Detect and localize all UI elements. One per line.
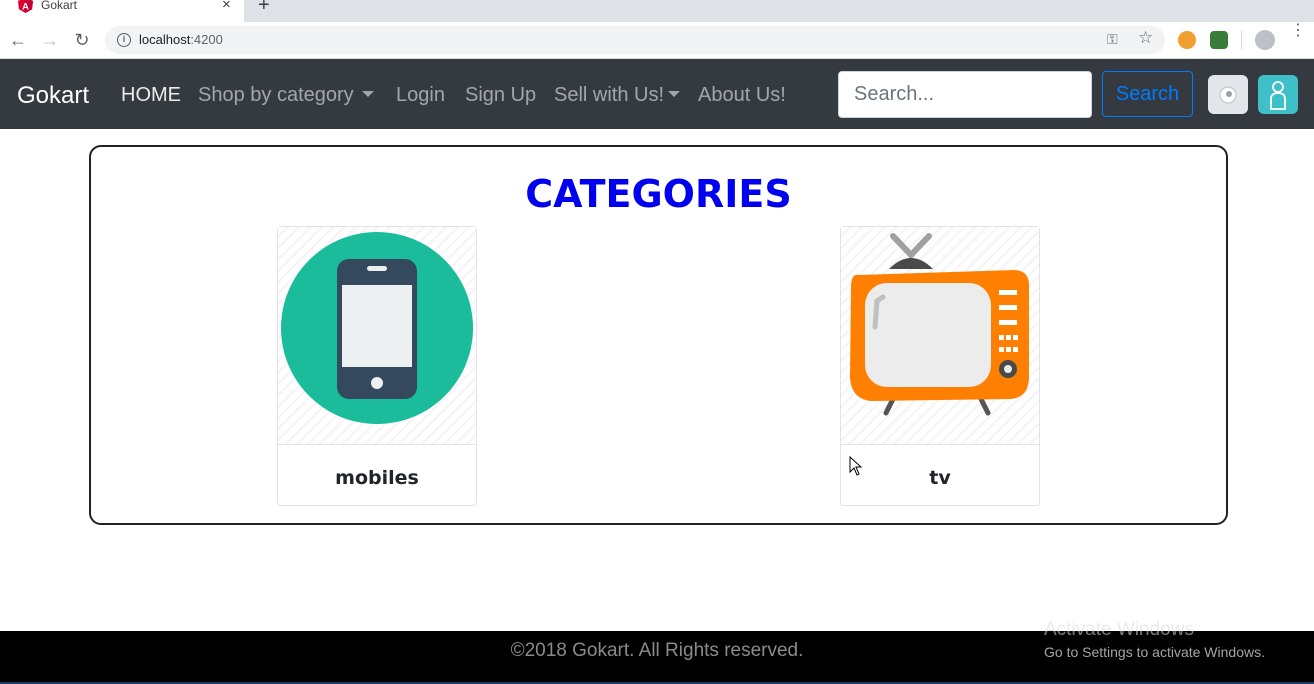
tab-close-icon[interactable]: × xyxy=(222,0,231,13)
cors-extension-icon[interactable] xyxy=(1210,31,1228,49)
cart-icon xyxy=(1219,86,1237,104)
nav-shop-by-category[interactable]: Shop by category xyxy=(198,84,374,107)
nav-sell-label: Sell with Us! xyxy=(554,84,665,106)
tab-title: Gokart xyxy=(41,0,78,12)
cart-button[interactable] xyxy=(1208,75,1248,114)
nav-home[interactable]: HOME xyxy=(121,84,181,107)
url-text: localhost:4200 xyxy=(139,32,223,47)
category-label: tv xyxy=(929,467,951,489)
user-icon xyxy=(1270,81,1286,110)
category-image xyxy=(841,227,1039,445)
svg-text:A: A xyxy=(22,1,29,11)
page-title: CATEGORIES xyxy=(525,172,792,216)
category-label: mobiles xyxy=(335,467,419,489)
key-icon[interactable]: ⚿ xyxy=(1107,31,1118,48)
app-navbar: Gokart HOME Shop by category Login Sign … xyxy=(0,59,1314,129)
user-account-button[interactable] xyxy=(1258,75,1298,114)
television-icon xyxy=(850,233,1029,416)
nav-signup[interactable]: Sign Up xyxy=(465,84,536,107)
address-bar[interactable]: i localhost:4200 ⚿ ☆ xyxy=(105,26,1165,54)
forward-arrow-icon[interactable]: → xyxy=(40,30,60,50)
toolbar-divider xyxy=(1241,31,1242,49)
browser-tabbar: A Gokart × + xyxy=(0,0,1314,22)
footer: ©2018 Gokart. All Rights reserved. Activ… xyxy=(0,619,1314,684)
brand-logo[interactable]: Gokart xyxy=(17,82,89,110)
back-arrow-icon[interactable]: ← xyxy=(8,30,28,50)
nav-shop-label: Shop by category xyxy=(198,84,354,106)
extension-icon[interactable] xyxy=(1178,31,1196,49)
category-card-tv[interactable]: tv xyxy=(840,226,1040,506)
angular-favicon-icon: A xyxy=(18,0,33,13)
browser-toolbar: ← → ↻ i localhost:4200 ⚿ ☆ ⋮ xyxy=(0,22,1314,59)
chevron-down-icon xyxy=(668,90,681,97)
site-info-icon[interactable]: i xyxy=(117,33,131,47)
bookmark-star-icon[interactable]: ☆ xyxy=(1138,28,1153,48)
nav-sell-with-us[interactable]: Sell with Us! xyxy=(554,84,681,107)
url-port: :4200 xyxy=(190,32,223,47)
category-image xyxy=(278,227,476,445)
mobile-phone-icon xyxy=(281,232,473,424)
chevron-down-icon xyxy=(361,90,374,97)
profile-avatar-icon[interactable] xyxy=(1255,30,1275,50)
search-input[interactable] xyxy=(838,71,1092,118)
mouse-cursor-icon xyxy=(849,456,863,476)
windows-activation-subtitle: Go to Settings to activate Windows. xyxy=(1044,644,1265,660)
nav-login[interactable]: Login xyxy=(396,84,445,107)
search-button[interactable]: Search xyxy=(1102,71,1193,117)
category-card-mobiles[interactable]: mobiles xyxy=(277,226,477,506)
windows-activation-title: Activate Windows xyxy=(1044,619,1194,640)
browser-tab[interactable]: A Gokart × xyxy=(0,0,244,22)
browser-menu-icon[interactable]: ⋮ xyxy=(1290,23,1306,39)
url-host: localhost xyxy=(139,32,191,47)
new-tab-button[interactable]: + xyxy=(258,0,270,17)
nav-about-us[interactable]: About Us! xyxy=(698,84,786,107)
categories-panel: CATEGORIES mobiles tv xyxy=(89,145,1228,525)
reload-icon[interactable]: ↻ xyxy=(72,30,92,50)
